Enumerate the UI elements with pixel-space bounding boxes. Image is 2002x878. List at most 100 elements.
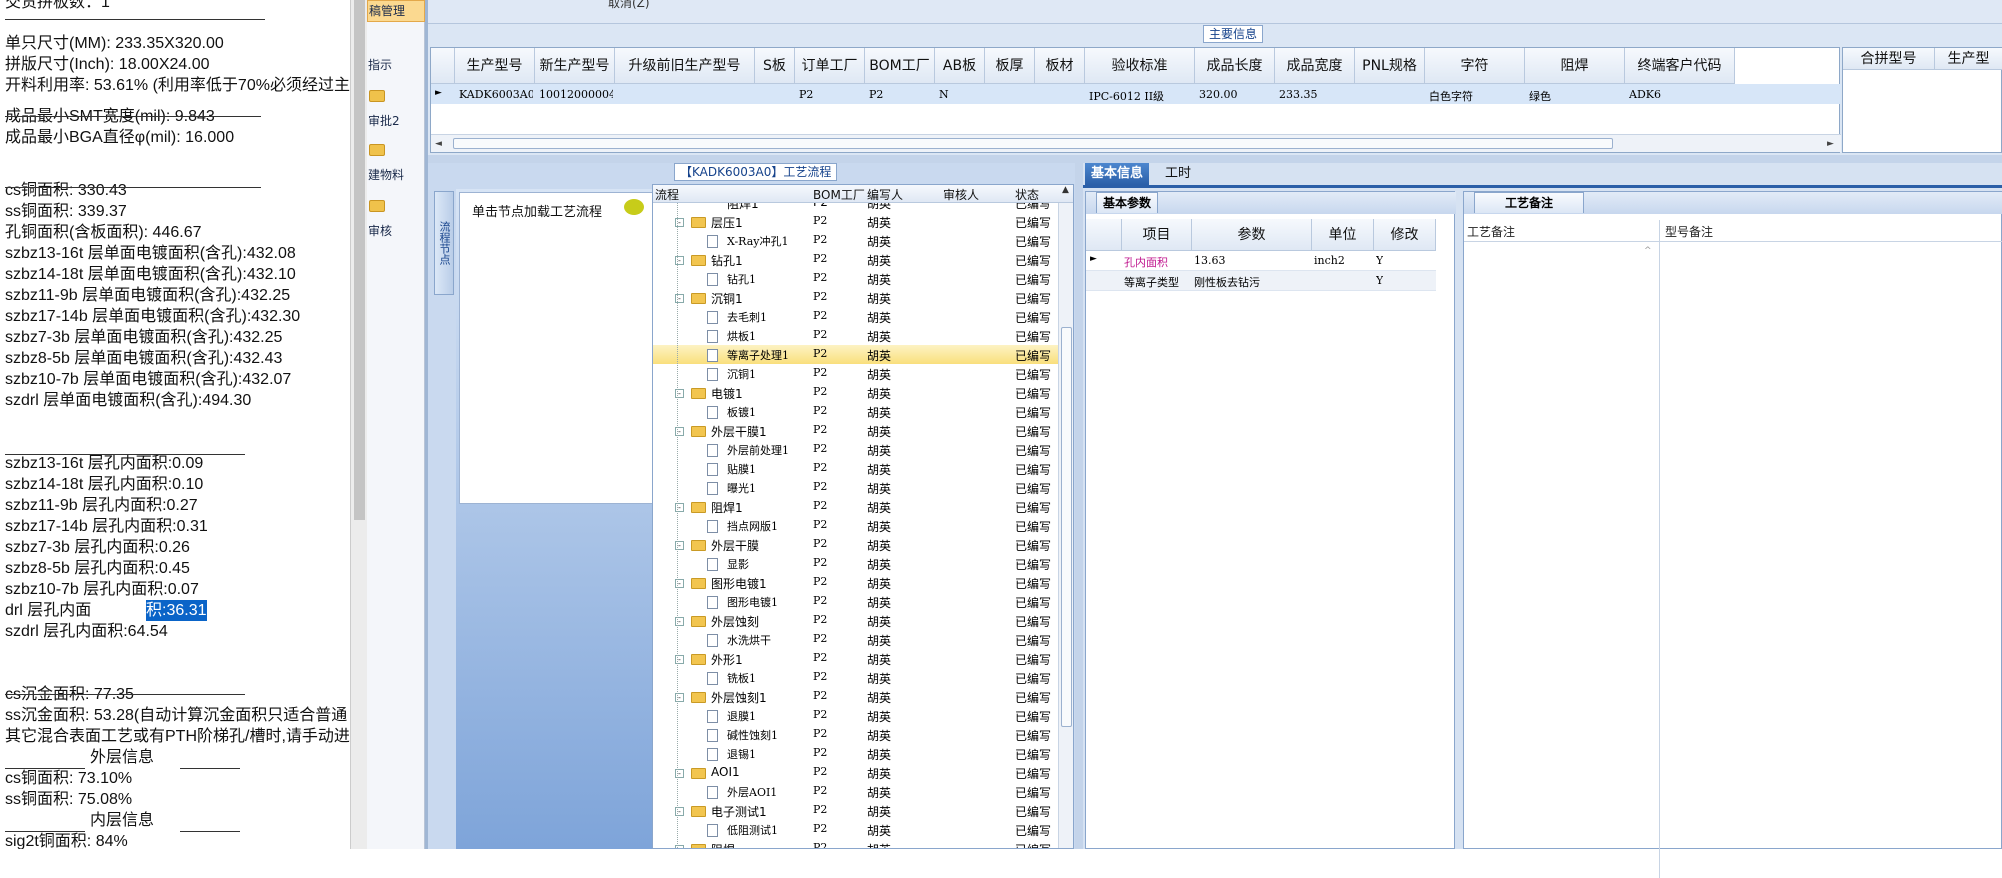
tree-row[interactable]: - 电镀1 P2 胡英 已编写 [653, 383, 1058, 402]
column-header[interactable]: 板厚 [985, 48, 1035, 84]
column-header[interactable]: 合拼型号 [1843, 48, 1935, 70]
column-header[interactable]: 新生产型号 [535, 48, 615, 84]
column-header[interactable]: BOM工厂 [865, 48, 935, 84]
tree-row[interactable]: 挡点网版1 P2 胡英 已编写 [653, 516, 1058, 535]
tree-row[interactable]: 碱性蚀刻1 P2 胡英 已编写 [653, 725, 1058, 744]
cell[interactable]: P2 [799, 88, 863, 101]
param-mod[interactable]: Y [1376, 274, 1383, 287]
cell[interactable]: IPC-6012 II级 [1089, 88, 1193, 104]
column-header[interactable]: AB板 [935, 48, 985, 84]
column-header[interactable]: 字符 [1425, 48, 1525, 84]
cell[interactable]: P2 [869, 88, 933, 101]
column-header[interactable]: 工艺备注 [1467, 223, 1515, 240]
vertical-splitter[interactable] [1075, 163, 1083, 849]
column-header[interactable]: 审核人 [943, 186, 979, 203]
cell[interactable]: 320.00 [1199, 88, 1273, 101]
column-header[interactable]: 项目 [1122, 219, 1192, 251]
tree-row[interactable]: 低阻测试1 P2 胡英 已编写 [653, 820, 1058, 839]
column-header[interactable]: 生产型号 [455, 48, 535, 84]
nav-item-instruct[interactable]: 指示 [367, 56, 425, 74]
column-header[interactable]: 订单工厂 [795, 48, 865, 84]
tree-row[interactable]: 烘板1 P2 胡英 已编写 [653, 326, 1058, 345]
column-header[interactable]: BOM工厂 [813, 186, 865, 203]
column-header[interactable]: 终端客户代码 [1625, 48, 1735, 84]
tree-row[interactable]: - 图形电镀1 P2 胡英 已编写 [653, 573, 1058, 592]
tree-row[interactable]: 等离子处理1 P2 胡英 已编写 [653, 345, 1058, 364]
column-header[interactable]: 升级前旧生产型号 [615, 48, 755, 84]
column-header[interactable]: 板材 [1035, 48, 1085, 84]
nav-item-material[interactable]: 建物料 [367, 166, 425, 184]
scrollbar-thumb[interactable] [354, 0, 365, 520]
tree-row[interactable]: - 外层蚀刻1 P2 胡英 已编写 [653, 687, 1058, 706]
scroll-up-icon[interactable]: ^ [1644, 246, 1652, 256]
tree-row[interactable]: - 钻孔1 P2 胡英 已编写 [653, 250, 1058, 269]
scroll-left-icon[interactable]: ◄ [435, 139, 442, 149]
tab-basic-info[interactable]: 基本信息 [1085, 163, 1150, 185]
cell[interactable]: 绿色 [1529, 88, 1623, 104]
scrollbar-thumb[interactable] [1061, 327, 1072, 727]
tree-row[interactable]: 退锡1 P2 胡英 已编写 [653, 744, 1058, 763]
column-header[interactable]: 流程 [655, 186, 679, 203]
tree-row[interactable]: - 沉铜1 P2 胡英 已编写 [653, 288, 1058, 307]
comment-icon[interactable] [624, 199, 644, 215]
column-header[interactable]: 阻焊 [1525, 48, 1625, 84]
tree-row[interactable]: 钻孔1 P2 胡英 已编写 [653, 269, 1058, 288]
left-panel-scrollbar[interactable] [350, 0, 367, 849]
scrollbar-thumb[interactable] [453, 138, 1613, 149]
scroll-up-icon[interactable]: ▲ [1062, 185, 1069, 195]
column-header[interactable]: 生产型 [1935, 48, 2002, 70]
tree-row[interactable]: X-Ray冲孔1 P2 胡英 已编写 [653, 231, 1058, 250]
column-header[interactable]: 型号备注 [1665, 223, 1713, 240]
table-row[interactable]: ► KADK6003A0 10012000004002 P2 P2 N IPC-6012 I… [431, 84, 1841, 104]
tab-work-hours[interactable]: 工时 [1159, 163, 1197, 185]
nav-item-manage[interactable]: 稿管理 [367, 0, 425, 22]
tree-row[interactable]: 图形电镀1 P2 胡英 已编写 [653, 592, 1058, 611]
column-header[interactable]: 状态 [1015, 186, 1039, 203]
tree-row[interactable]: 显影 P2 胡英 已编写 [653, 554, 1058, 573]
nav-item-review[interactable]: 审核 [367, 222, 425, 240]
cell[interactable]: 白色字符 [1429, 88, 1523, 104]
cancel-button[interactable]: 取消(Z) [608, 0, 650, 11]
column-header[interactable]: PNL规格 [1355, 48, 1425, 84]
tree-row[interactable]: 铣板1 P2 胡英 已编写 [653, 668, 1058, 687]
nav-item-approve[interactable]: 审批2 [367, 112, 425, 130]
cell[interactable]: 10012000004002 [539, 88, 613, 101]
tree-row[interactable]: - 阻焊1 P2 胡英 已编写 [653, 497, 1058, 516]
column-header[interactable]: 单位 [1312, 219, 1374, 251]
param-value[interactable]: 13.63 [1194, 254, 1226, 267]
horizontal-splitter[interactable] [428, 155, 2002, 163]
cell[interactable]: KADK6003A0 [459, 88, 533, 101]
tree-row[interactable]: - 层压1 P2 胡英 已编写 [653, 212, 1058, 231]
tree-row[interactable]: 板镀1 P2 胡英 已编写 [653, 402, 1058, 421]
tree-row[interactable]: - 外形1 P2 胡英 已编写 [653, 649, 1058, 668]
column-header[interactable]: 成品长度 [1195, 48, 1275, 84]
cell[interactable]: ADK6 [1629, 88, 1733, 101]
tree-row[interactable]: 曝光1 P2 胡英 已编写 [653, 478, 1058, 497]
cell[interactable]: 233.35 [1279, 88, 1353, 101]
tree-row[interactable]: - 外层干膜 P2 胡英 已编写 [653, 535, 1058, 554]
cell[interactable]: N [939, 88, 983, 101]
tree-scrollbar[interactable]: ▲ [1058, 185, 1073, 848]
tree-row[interactable]: 退膜1 P2 胡英 已编写 [653, 706, 1058, 725]
column-header[interactable]: 修改 [1374, 219, 1436, 251]
column-header[interactable]: 编写人 [867, 186, 903, 203]
tree-row[interactable]: 去毛刺1 P2 胡英 已编写 [653, 307, 1058, 326]
tree-row[interactable]: 水洗烘干 P2 胡英 已编写 [653, 630, 1058, 649]
column-header[interactable]: 参数 [1192, 219, 1312, 251]
param-value[interactable]: 刚性板去钻污 [1194, 274, 1260, 290]
side-tab-flow-nodes[interactable]: 流程节点 [434, 191, 454, 295]
tree-row[interactable]: 外层前处理1 P2 胡英 已编写 [653, 440, 1058, 459]
column-header[interactable]: 成品宽度 [1275, 48, 1355, 84]
table-row[interactable]: ► 孔内面积 13.63 inch2 Y [1086, 251, 1436, 271]
tree-row[interactable]: - AOI1 P2 胡英 已编写 [653, 763, 1058, 782]
table-row[interactable]: 等离子类型 刚性板去钻污 Y [1086, 271, 1436, 291]
tree-row[interactable]: - 电子测试1 P2 胡英 已编写 [653, 801, 1058, 820]
tree-row[interactable]: - 外层蚀刻 P2 胡英 已编写 [653, 611, 1058, 630]
horizontal-scrollbar[interactable]: ◄ ► [431, 134, 1841, 152]
tree-row[interactable]: -阻焊P2胡英已编写 [653, 839, 1058, 848]
tree-row[interactable]: - 外层干膜1 P2 胡英 已编写 [653, 421, 1058, 440]
scroll-right-icon[interactable]: ► [1827, 139, 1834, 149]
column-header[interactable]: S板 [755, 48, 795, 84]
tree-row[interactable]: 沉铜1 P2 胡英 已编写 [653, 364, 1058, 383]
param-mod[interactable]: Y [1376, 254, 1383, 267]
